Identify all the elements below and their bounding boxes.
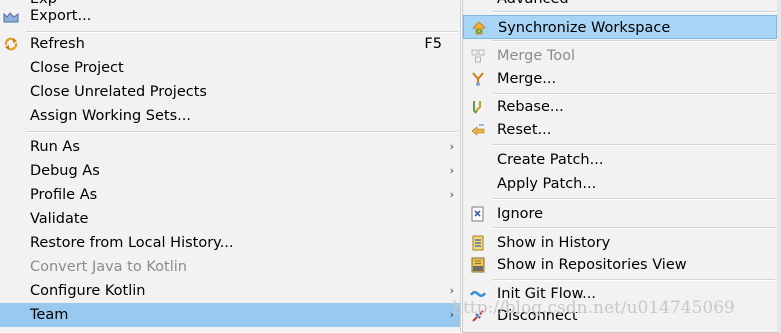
submenu-item-disconnect[interactable]: Disconnect bbox=[463, 304, 777, 328]
submenu-item-reset[interactable]: Reset... bbox=[463, 118, 777, 142]
submenu-item-advanced-partial[interactable]: Advanced bbox=[463, 0, 777, 11]
submenu-item-apply-patch[interactable]: Apply Patch... bbox=[463, 172, 777, 196]
menu-separator bbox=[493, 40, 775, 42]
submenu-arrow-icon: › bbox=[449, 188, 454, 201]
history-icon bbox=[472, 235, 484, 251]
submenu-item-show-in-history[interactable]: Show in History bbox=[463, 231, 777, 255]
rebase-icon bbox=[473, 101, 481, 114]
merge-icon bbox=[472, 72, 484, 86]
submenu-item-init-git-flow[interactable]: Init Git Flow... bbox=[463, 282, 777, 306]
project-context-menu: Exp Export... Refresh F5 Close Project C… bbox=[0, 0, 461, 332]
submenu-item-synchronize-workspace[interactable]: Synchronize Workspace bbox=[463, 15, 777, 39]
menu-separator bbox=[493, 11, 775, 13]
menu-item-close-project[interactable]: Close Project bbox=[0, 56, 460, 80]
reset-icon bbox=[471, 124, 485, 136]
menu-item-convert-java-to-kotlin: Convert Java to Kotlin bbox=[30, 259, 187, 275]
menu-item-refresh[interactable]: Refresh F5 bbox=[0, 32, 460, 56]
ignore-icon bbox=[471, 206, 484, 222]
refresh-shortcut: F5 bbox=[424, 36, 442, 52]
submenu-arrow-icon: › bbox=[449, 284, 454, 297]
submenu-item-merge[interactable]: Merge... bbox=[463, 67, 777, 91]
submenu-arrow-icon: › bbox=[449, 140, 454, 153]
menu-separator bbox=[493, 144, 775, 146]
export-icon bbox=[3, 12, 19, 23]
menu-item-export[interactable]: Export... bbox=[0, 4, 460, 28]
menu-item-run-as[interactable]: Run As › bbox=[0, 135, 460, 159]
refresh-icon bbox=[4, 37, 18, 51]
menu-item-team[interactable]: Team › bbox=[0, 303, 460, 327]
submenu-item-merge-tool: Merge Tool bbox=[463, 44, 777, 68]
menu-item-assign-working-sets[interactable]: Assign Working Sets... bbox=[0, 104, 460, 128]
scrollbar[interactable] bbox=[777, 0, 781, 332]
submenu-item-rebase[interactable]: Rebase... bbox=[463, 95, 777, 119]
menu-item-validate[interactable]: Validate bbox=[0, 207, 460, 231]
menu-item-configure-kotlin[interactable]: Configure Kotlin › bbox=[0, 279, 460, 303]
merge-tool-icon bbox=[471, 49, 485, 63]
submenu-arrow-icon: › bbox=[449, 164, 454, 177]
menu-item-debug-as[interactable]: Debug As › bbox=[0, 159, 460, 183]
submenu-item-create-patch[interactable]: Create Patch... bbox=[463, 148, 777, 172]
menu-separator bbox=[26, 131, 458, 133]
disconnect-icon bbox=[472, 310, 484, 322]
team-submenu: Advanced Synchronize Workspace Merge Too… bbox=[462, 0, 778, 333]
submenu-arrow-icon: › bbox=[449, 308, 454, 321]
menu-item-restore-from-local-history[interactable]: Restore from Local History... bbox=[0, 231, 460, 255]
menu-separator bbox=[493, 279, 775, 281]
synchronize-icon bbox=[472, 21, 486, 35]
menu-separator bbox=[493, 227, 775, 229]
submenu-item-show-in-repositories-view[interactable]: Show in Repositories View bbox=[463, 253, 777, 277]
submenu-item-ignore[interactable]: Ignore bbox=[463, 202, 777, 226]
git-repository-icon bbox=[471, 257, 485, 273]
git-flow-icon bbox=[470, 291, 486, 297]
menu-separator bbox=[493, 198, 775, 200]
menu-item-profile-as[interactable]: Profile As › bbox=[0, 183, 460, 207]
menu-item-close-unrelated-projects[interactable]: Close Unrelated Projects bbox=[0, 80, 460, 104]
